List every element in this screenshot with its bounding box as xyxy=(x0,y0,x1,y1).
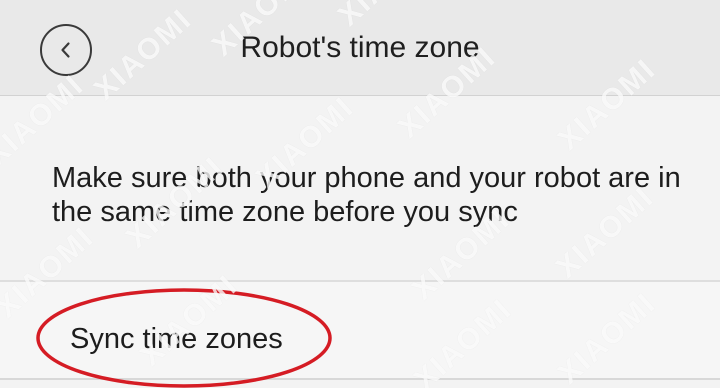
page-title: Robot's time zone xyxy=(240,31,480,64)
info-text: Make sure both your phone and your robot… xyxy=(52,162,681,228)
sync-time-zones-button[interactable]: Sync time zones xyxy=(0,282,720,378)
info-section: Make sure both your phone and your robot… xyxy=(0,97,720,280)
header-bar: Robot's time zone xyxy=(0,0,720,96)
sync-time-zones-label: Sync time zones xyxy=(70,323,283,355)
divider xyxy=(0,378,720,380)
